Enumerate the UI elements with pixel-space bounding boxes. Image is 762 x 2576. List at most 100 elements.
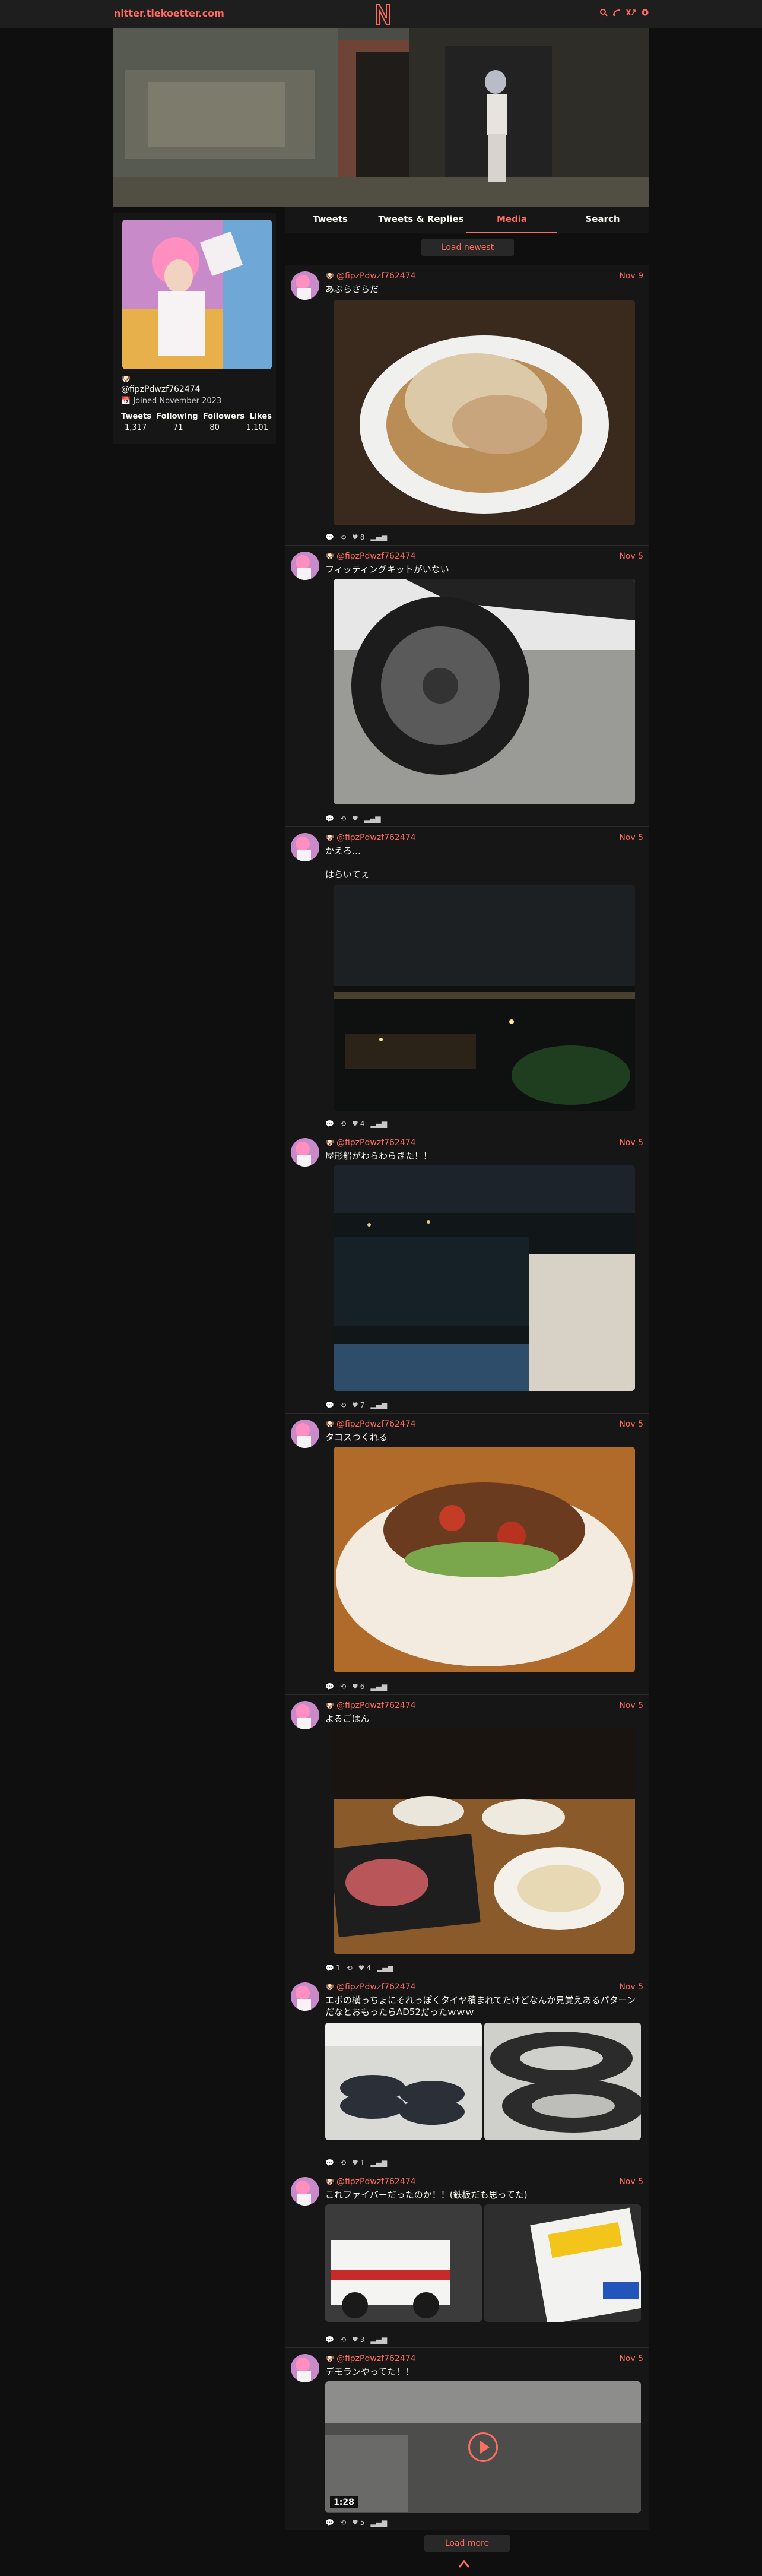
tab-media[interactable]: Media (466, 214, 557, 224)
tweet-avatar[interactable] (291, 1138, 319, 1167)
tweet-image[interactable] (334, 579, 635, 804)
tweet-fullname[interactable]: 🐶 (325, 552, 334, 560)
tweet-username[interactable]: @fipzPdwzf762474 (336, 2354, 416, 2363)
tweet-item[interactable]: 🐶 @fipzPdwzf762474 Nov 5 かえろ… はらいてぇ 💬 ⟲ ♥ 4… (285, 826, 649, 1132)
tweet-username[interactable]: @fipzPdwzf762474 (336, 552, 416, 561)
tweet-image[interactable] (334, 1728, 635, 1954)
retweet-icon[interactable]: ⟲ (340, 2159, 346, 2167)
tweet-item[interactable]: 🐶 @fipzPdwzf762474 Nov 5 エボの横っちょにそれっぽくタイヤ積… (285, 1976, 649, 2171)
tweet-avatar[interactable] (291, 1701, 319, 1729)
retweet-icon[interactable]: ⟲ (340, 2518, 346, 2527)
tweet-image[interactable] (334, 300, 635, 525)
tweet-date[interactable]: Nov 5 (619, 1701, 643, 1710)
tweet-video[interactable]: 1:28 (325, 2381, 641, 2513)
tweet-image[interactable] (334, 885, 635, 1111)
tweet-image[interactable] (325, 2204, 482, 2322)
tweet-date[interactable]: Nov 5 (619, 1420, 643, 1429)
retweet-icon[interactable]: ⟲ (340, 533, 346, 541)
like-button[interactable]: ♥ 3 (352, 2336, 364, 2344)
site-name-link[interactable]: nitter.tiekoetter.com (114, 8, 224, 19)
tweet-item[interactable]: 🐶 @fipzPdwzf762474 Nov 5 これファイバーだったのか！！(鉄板… (285, 2171, 649, 2347)
search-icon[interactable] (599, 8, 608, 17)
scroll-to-top-icon[interactable] (458, 2559, 470, 2568)
tweet-fullname[interactable]: 🐶 (325, 1702, 334, 1710)
settings-icon[interactable] (641, 8, 649, 17)
tweet-username[interactable]: @fipzPdwzf762474 (336, 271, 416, 281)
retweet-icon[interactable]: ⟲ (340, 815, 346, 823)
nitter-logo-icon[interactable] (374, 2, 392, 27)
tweet-item[interactable]: 🐶 @fipzPdwzf762474 Nov 5 よるごはん 💬 1 ⟲ ♥ 4 ▂▄▆ (285, 1694, 649, 1976)
profile-name[interactable]: 🐶 (121, 375, 131, 384)
tweet-avatar[interactable] (291, 2354, 319, 2382)
tweet-date[interactable]: Nov 5 (619, 2354, 643, 2363)
tweet-image[interactable] (484, 2023, 641, 2140)
tweet-fullname[interactable]: 🐶 (325, 2355, 334, 2363)
profile-avatar[interactable] (122, 220, 272, 369)
tweet-date[interactable]: Nov 5 (619, 1138, 643, 1148)
tweet-item[interactable]: 🐶 @fipzPdwzf762474 Nov 5 屋形船がわらわらきた！！ 💬 ⟲ … (285, 1132, 649, 1413)
tweet-avatar[interactable] (291, 2177, 319, 2206)
tweet-avatar[interactable] (291, 271, 319, 300)
comment-icon[interactable]: 💬 (325, 1683, 334, 1691)
tweet-fullname[interactable]: 🐶 (325, 272, 334, 280)
tweet-item[interactable]: 🐶 @fipzPdwzf762474 Nov 5 タコスつくれる 💬 ⟲ ♥ 6 ▂▄… (285, 1413, 649, 1694)
tweet-item[interactable]: 🐶 @fipzPdwzf762474 Nov 5 フィッティングキットがいない 💬 … (285, 545, 649, 826)
retweet-icon[interactable]: ⟲ (340, 2336, 346, 2344)
tweet-username[interactable]: @fipzPdwzf762474 (336, 1138, 416, 1148)
tweet-username[interactable]: @fipzPdwzf762474 (336, 1420, 416, 1429)
tweet-avatar[interactable] (291, 833, 319, 861)
rss-icon[interactable] (612, 8, 621, 17)
profile-banner[interactable] (113, 28, 649, 207)
tweet-fullname[interactable]: 🐶 (325, 1139, 334, 1147)
comment-icon[interactable]: 💬 (325, 1401, 334, 1409)
like-button[interactable]: ♥ 6 (352, 1683, 364, 1691)
tweet-avatar[interactable] (291, 1420, 319, 1448)
retweet-icon[interactable]: ⟲ (340, 1401, 346, 1409)
tweet-date[interactable]: Nov 5 (619, 833, 643, 842)
tweet-fullname[interactable]: 🐶 (325, 834, 334, 842)
tab-search[interactable]: Search (557, 214, 648, 224)
tweet-avatar[interactable] (291, 552, 319, 580)
tweet-image[interactable] (334, 1165, 635, 1391)
tweet-date[interactable]: Nov 5 (619, 1982, 643, 1992)
profile-handle[interactable]: @fipzPdwzf762474 (121, 385, 201, 394)
comment-icon[interactable]: 💬 (325, 1120, 334, 1128)
open-in-x-icon[interactable] (626, 8, 636, 17)
tweet-fullname[interactable]: 🐶 (325, 2178, 334, 2186)
comment-button[interactable]: 💬 1 (325, 1964, 341, 1972)
stat-label-followers[interactable]: Followers (203, 412, 245, 421)
like-button[interactable]: ♥ 8 (352, 533, 364, 541)
tweet-image[interactable] (334, 1447, 635, 1672)
tab-tweets[interactable]: Tweets (285, 214, 376, 224)
tweet-username[interactable]: @fipzPdwzf762474 (336, 2177, 416, 2187)
comment-icon[interactable]: 💬 (325, 2336, 334, 2344)
retweet-icon[interactable]: ⟲ (340, 1120, 346, 1128)
like-button[interactable]: ♥ 4 (352, 1120, 364, 1128)
tweet-date[interactable]: Nov 5 (619, 2177, 643, 2187)
comment-icon[interactable]: 💬 (325, 533, 334, 541)
tweet-date[interactable]: Nov 5 (619, 552, 643, 561)
like-button[interactable]: ♥ 7 (352, 1401, 364, 1409)
play-icon[interactable] (468, 2432, 498, 2462)
tweet-username[interactable]: @fipzPdwzf762474 (336, 1982, 416, 1992)
like-button[interactable]: ♥ 4 (358, 1964, 371, 1972)
tweet-username[interactable]: @fipzPdwzf762474 (336, 1701, 416, 1710)
comment-icon[interactable]: 💬 (325, 815, 334, 823)
retweet-icon[interactable]: ⟲ (347, 1964, 353, 1972)
comment-icon[interactable]: 💬 (325, 2518, 334, 2527)
tweet-avatar[interactable] (291, 1982, 319, 2011)
like-button[interactable]: ♥ 1 (352, 2159, 364, 2167)
tweet-fullname[interactable]: 🐶 (325, 1983, 334, 1991)
tweet-image[interactable] (325, 2023, 482, 2140)
like-button[interactable]: ♥ (352, 815, 358, 823)
tweet-date[interactable]: Nov 9 (619, 271, 643, 281)
like-button[interactable]: ♥ 5 (352, 2518, 364, 2527)
retweet-icon[interactable]: ⟲ (340, 1683, 346, 1691)
load-more-button[interactable]: Load more (424, 2535, 510, 2552)
load-newest-button[interactable]: Load newest (421, 239, 514, 256)
tweet-item[interactable]: 🐶 @fipzPdwzf762474 Nov 5 デモランやってた！！ 1:28 💬… (285, 2347, 649, 2530)
tweet-image[interactable] (484, 2204, 641, 2322)
tweet-fullname[interactable]: 🐶 (325, 1420, 334, 1428)
stat-label-following[interactable]: Following (156, 412, 198, 421)
tab-tweets-replies[interactable]: Tweets & Replies (376, 214, 466, 224)
